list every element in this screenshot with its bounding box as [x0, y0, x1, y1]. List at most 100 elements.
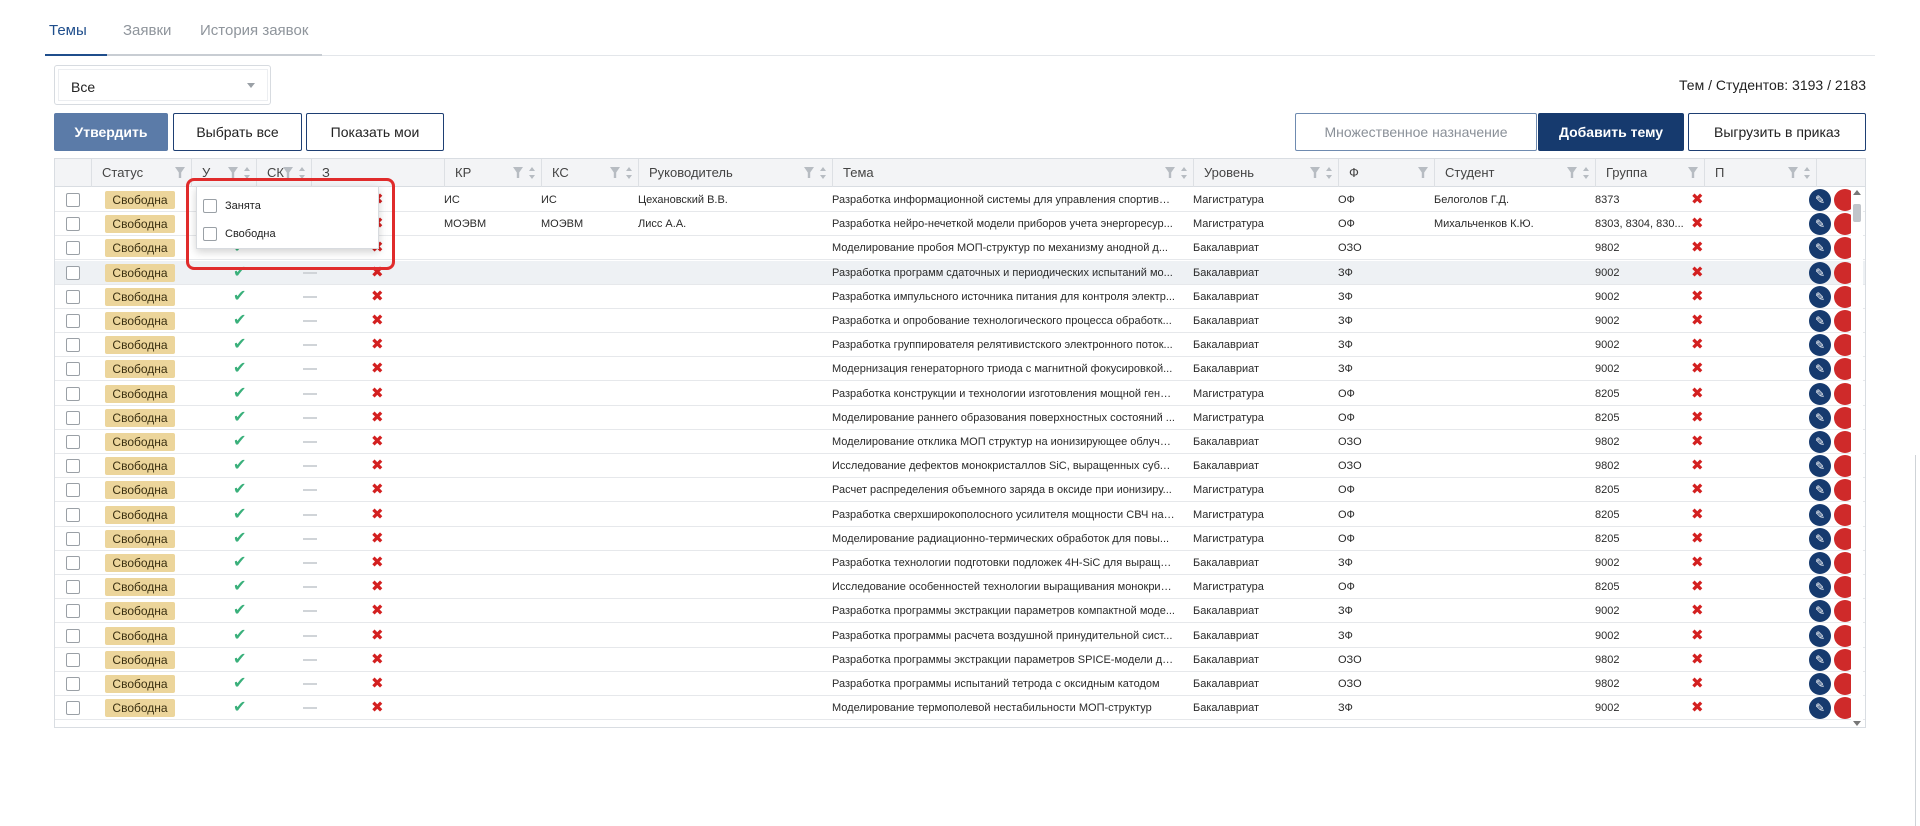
- row-checkbox[interactable]: [66, 604, 80, 619]
- row-checkbox[interactable]: [66, 507, 80, 522]
- table-row[interactable]: Свободна ✔ ✖ Исследование дефектов монокрис…: [55, 454, 1865, 479]
- row-checkbox[interactable]: [66, 531, 80, 546]
- scroll-thumb[interactable]: [1853, 204, 1861, 222]
- filter-icon[interactable]: [228, 167, 238, 178]
- column-header-supervisor[interactable]: Руководитель: [638, 159, 832, 187]
- pencil-icon[interactable]: ✎: [1809, 261, 1831, 284]
- pencil-icon[interactable]: ✎: [1809, 527, 1831, 550]
- table-row[interactable]: Свободна ✔ ✖ Моделирование радиационно-терм…: [55, 526, 1865, 551]
- row-checkbox[interactable]: [66, 628, 80, 643]
- column-header-level[interactable]: Уровень: [1193, 159, 1338, 187]
- row-checkbox[interactable]: [66, 459, 80, 474]
- row-checkbox[interactable]: [66, 289, 80, 304]
- pencil-icon[interactable]: ✎: [1809, 285, 1831, 308]
- table-row[interactable]: Свободна ✔ ✖ Разработка импульсного источни…: [55, 284, 1865, 309]
- sort-icon[interactable]: [529, 167, 535, 179]
- sort-icon[interactable]: [626, 167, 632, 179]
- filter-icon[interactable]: [804, 167, 814, 178]
- pencil-icon[interactable]: ✎: [1809, 237, 1831, 260]
- row-checkbox[interactable]: [66, 556, 80, 570]
- row-checkbox[interactable]: [66, 701, 80, 716]
- column-header-kr[interactable]: КР: [444, 159, 541, 187]
- table-row[interactable]: Свободна ✔ ✖ Модернизация генераторного три…: [55, 357, 1865, 382]
- sort-icon[interactable]: [1583, 167, 1589, 179]
- tab-applications[interactable]: Заявки: [123, 22, 171, 39]
- pencil-icon[interactable]: ✎: [1809, 697, 1831, 720]
- row-checkbox[interactable]: [66, 217, 80, 232]
- pencil-icon[interactable]: ✎: [1809, 382, 1831, 405]
- table-row[interactable]: Свободна ✔ ✖ Разработка программы расчета в…: [55, 623, 1865, 648]
- tab-applications-history[interactable]: История заявок: [200, 22, 308, 39]
- table-row[interactable]: Свободна ✔ ✖ Расчет распределения объемного…: [55, 478, 1865, 503]
- pencil-icon[interactable]: ✎: [1809, 431, 1831, 453]
- add-topic-button[interactable]: Добавить тему: [1538, 113, 1684, 151]
- table-row[interactable]: Свободна ✔ ✖ Разработка программы экстракци…: [55, 647, 1865, 672]
- row-checkbox[interactable]: [66, 580, 80, 595]
- table-row[interactable]: Свободна ✔ ✖ Разработка сверхширокополосног…: [55, 502, 1865, 527]
- sort-icon[interactable]: [1181, 167, 1187, 179]
- scroll-down-icon[interactable]: [1853, 721, 1861, 726]
- table-row[interactable]: Свободна ✔ ✖ Разработка и опробование техно…: [55, 309, 1865, 333]
- filter-icon[interactable]: [1418, 167, 1428, 178]
- pencil-icon[interactable]: ✎: [1809, 406, 1831, 429]
- row-checkbox[interactable]: [66, 265, 80, 280]
- filter-icon[interactable]: [175, 167, 185, 178]
- row-checkbox[interactable]: [66, 435, 80, 449]
- filter-icon[interactable]: [1788, 167, 1798, 178]
- sort-icon[interactable]: [1804, 167, 1810, 179]
- select-all-button[interactable]: Выбрать все: [173, 113, 302, 151]
- table-row[interactable]: Свободна ✔ ✖ Разработка конструкции и техно…: [55, 381, 1865, 406]
- sort-icon[interactable]: [820, 167, 826, 179]
- pencil-icon[interactable]: ✎: [1809, 624, 1831, 647]
- column-header-p[interactable]: П: [1704, 159, 1816, 187]
- pencil-icon[interactable]: ✎: [1809, 503, 1831, 526]
- table-row[interactable]: Свободна ✔ ✖ Исследование особенностей техн…: [55, 575, 1865, 600]
- filter-icon[interactable]: [610, 167, 620, 178]
- pencil-icon[interactable]: ✎: [1809, 673, 1831, 695]
- pencil-icon[interactable]: ✎: [1809, 455, 1831, 478]
- column-header-topic[interactable]: Тема: [832, 159, 1193, 187]
- pencil-icon[interactable]: ✎: [1809, 576, 1831, 599]
- column-header-form[interactable]: Ф: [1338, 159, 1434, 187]
- table-row[interactable]: Свободна ✔ ✖ Моделирование раннего образова…: [55, 405, 1865, 430]
- pencil-icon[interactable]: ✎: [1809, 213, 1831, 236]
- row-checkbox[interactable]: [66, 652, 80, 667]
- pencil-icon[interactable]: ✎: [1809, 479, 1831, 502]
- table-row[interactable]: Свободна ✔ ✖ Разработка технологии подготов…: [55, 551, 1865, 575]
- row-checkbox[interactable]: [66, 338, 80, 353]
- table-row[interactable]: Свободна ✔ ✖ Разработка программы испытаний…: [55, 672, 1865, 696]
- pencil-icon[interactable]: ✎: [1809, 358, 1831, 381]
- filter-icon[interactable]: [1310, 167, 1320, 178]
- sort-icon[interactable]: [1326, 167, 1332, 179]
- pencil-icon[interactable]: ✎: [1809, 648, 1831, 671]
- pencil-icon[interactable]: ✎: [1809, 310, 1831, 332]
- row-checkbox[interactable]: [66, 386, 80, 401]
- row-checkbox[interactable]: [66, 314, 80, 328]
- pencil-icon[interactable]: ✎: [1809, 189, 1831, 211]
- row-checkbox[interactable]: [66, 362, 80, 377]
- column-header-status[interactable]: Статус: [91, 159, 191, 187]
- export-order-button[interactable]: Выгрузить в приказ: [1688, 113, 1866, 151]
- confirm-button[interactable]: Утвердить: [54, 113, 168, 151]
- filter-icon[interactable]: [513, 167, 523, 178]
- row-checkbox[interactable]: [66, 483, 80, 498]
- row-checkbox[interactable]: [66, 193, 80, 207]
- pencil-icon[interactable]: ✎: [1809, 552, 1831, 574]
- table-row[interactable]: Свободна ✔ ✖ Моделирование отклика МОП стру…: [55, 430, 1865, 454]
- status-filter-select[interactable]: Все: [54, 65, 271, 105]
- table-row[interactable]: Свободна ✔ ✖ Разработка программы экстракци…: [55, 599, 1865, 624]
- column-header-student[interactable]: Студент: [1434, 159, 1595, 187]
- pencil-icon[interactable]: ✎: [1809, 334, 1831, 357]
- vertical-scrollbar[interactable]: [1851, 188, 1863, 727]
- column-header-group[interactable]: Группа: [1595, 159, 1704, 187]
- row-checkbox[interactable]: [66, 410, 80, 425]
- pencil-icon[interactable]: ✎: [1809, 600, 1831, 623]
- row-checkbox[interactable]: [66, 241, 80, 256]
- filter-icon[interactable]: [1688, 167, 1698, 178]
- filter-icon[interactable]: [1165, 167, 1175, 178]
- row-checkbox[interactable]: [66, 677, 80, 691]
- table-row[interactable]: Свободна ✔ ✖ Моделирование термополевой нес…: [55, 696, 1865, 721]
- column-header-ks[interactable]: КС: [541, 159, 638, 187]
- filter-icon[interactable]: [1567, 167, 1577, 178]
- filter-icon[interactable]: [283, 167, 293, 178]
